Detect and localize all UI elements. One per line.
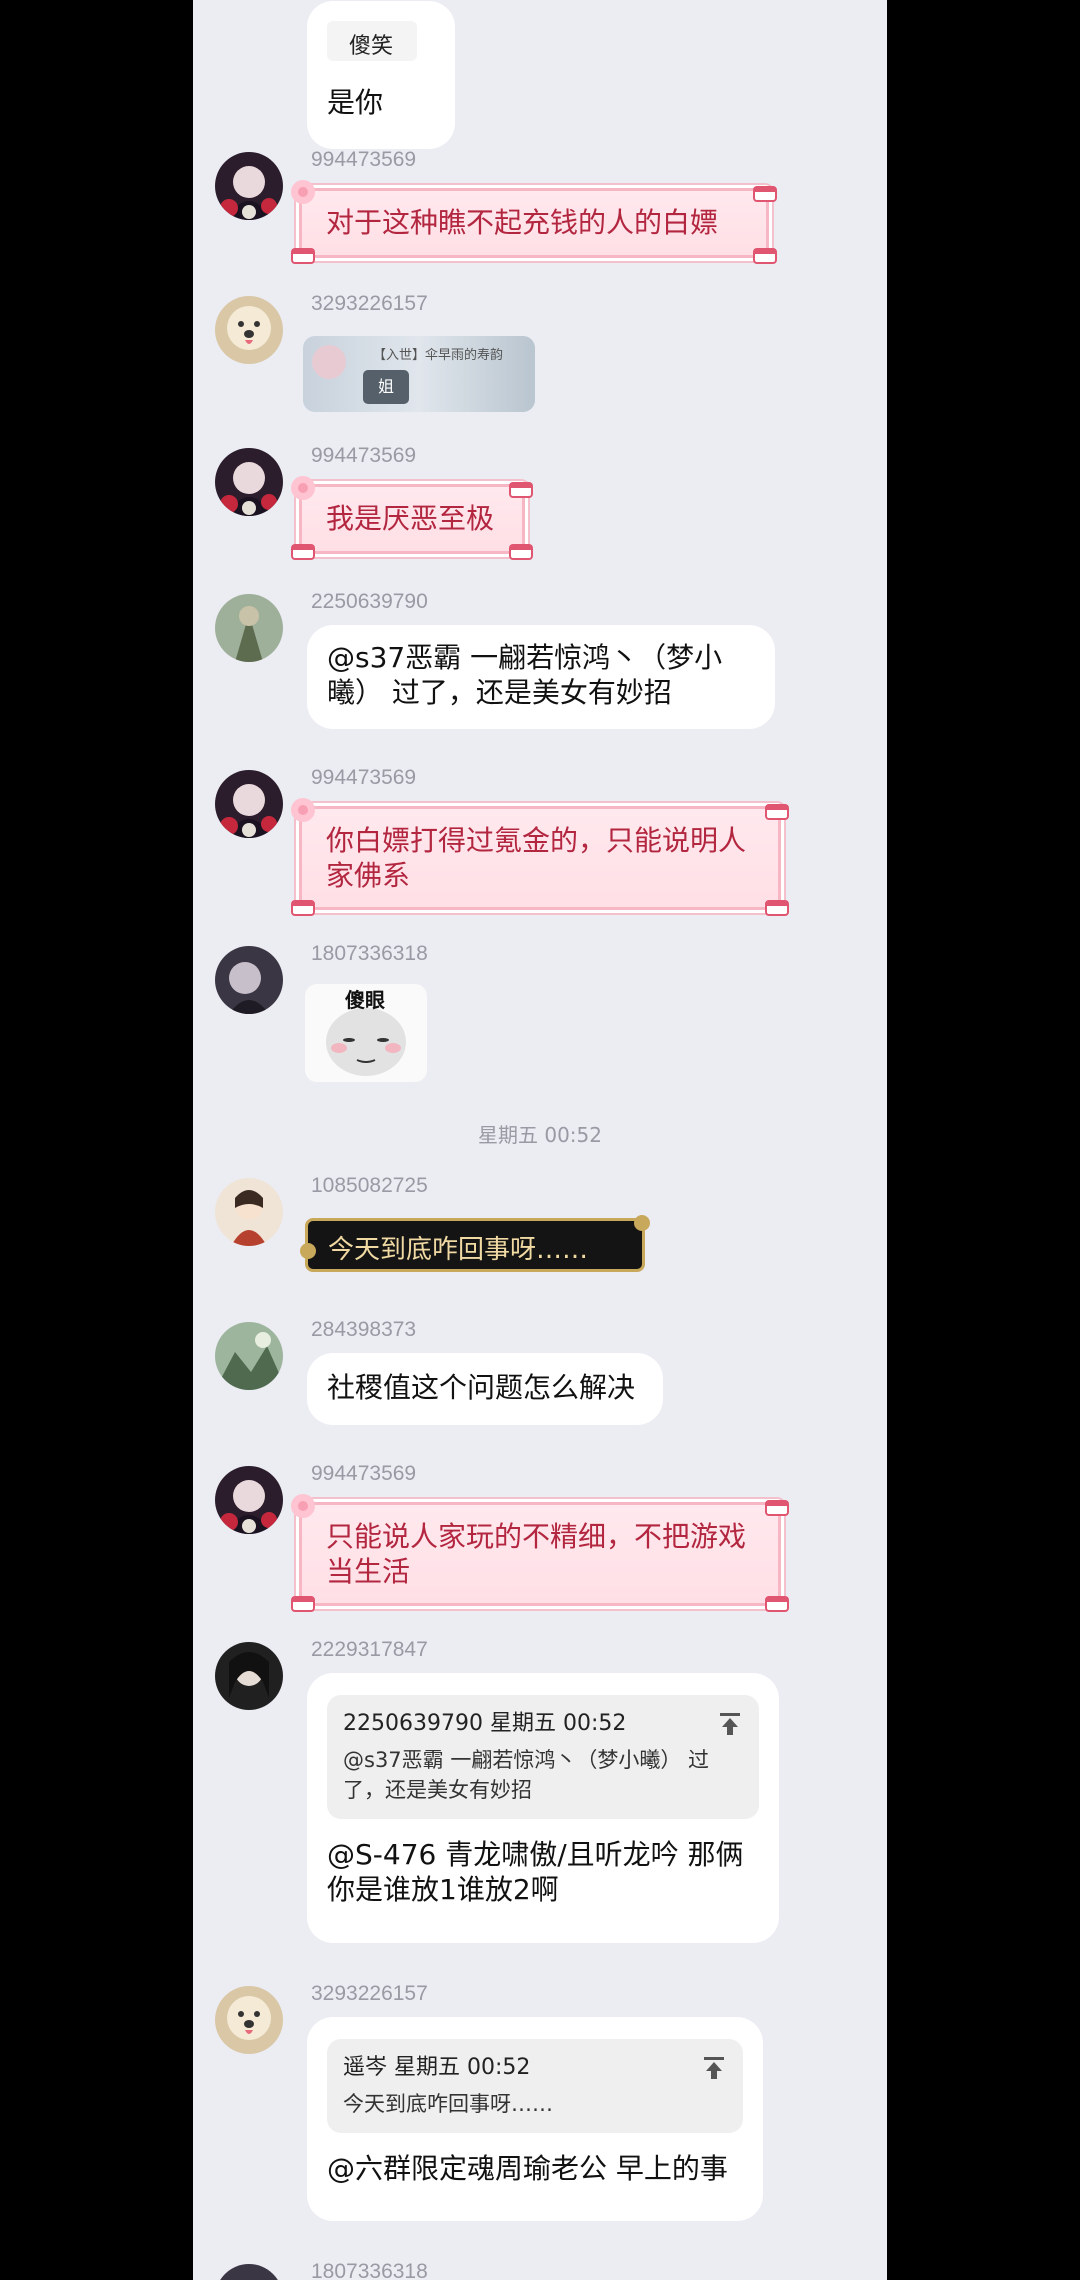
- cake-decoration-icon: [765, 1500, 789, 1516]
- jump-to-message-icon[interactable]: [717, 1711, 743, 1737]
- cake-decoration-icon: [753, 248, 777, 264]
- message-bubble[interactable]: 社稷值这个问题怎么解决: [307, 1353, 663, 1425]
- cake-decoration-icon: [509, 544, 533, 560]
- cake-decoration-icon: [291, 544, 315, 560]
- quote-header: 遥岑 星期五 00:52: [343, 2055, 531, 2080]
- sticker-caption: 【入世】伞早雨的寿韵: [373, 348, 504, 363]
- message-text: @六群限定魂周瑜老公 早上的事: [327, 2152, 728, 2185]
- sticker-image: 傻笑: [327, 21, 417, 61]
- message-bubble[interactable]: 对于这种瞧不起充钱的人的白嫖: [291, 180, 777, 264]
- sticker-image[interactable]: 【入世】伞早雨的寿韵 姐: [303, 336, 535, 412]
- ornament-icon: [634, 1215, 650, 1231]
- quoted-message[interactable]: 2250639790 星期五 00:52 @s37恶霸 一翩若惊鸿丶（梦小曦） …: [327, 1695, 759, 1819]
- sender-id[interactable]: 2229317847: [311, 1638, 428, 1662]
- quote-body: 今天到底咋回事呀……: [343, 2092, 553, 2116]
- jump-to-message-icon[interactable]: [701, 2055, 727, 2081]
- badge-label: 姐: [377, 377, 394, 396]
- avatar[interactable]: [215, 448, 283, 516]
- time-separator: 星期五 00:52: [478, 1123, 602, 1147]
- sender-id[interactable]: 2250639790: [311, 590, 428, 614]
- sender-id[interactable]: 994473569: [311, 766, 416, 790]
- avatar[interactable]: [215, 152, 283, 220]
- message-text: 今天到底咋回事呀……: [328, 1235, 589, 1265]
- cake-decoration-icon: [765, 804, 789, 820]
- quote-header: 2250639790 星期五 00:52: [343, 1711, 627, 1736]
- sender-id[interactable]: 3293226157: [311, 292, 428, 316]
- sender-id[interactable]: 994473569: [311, 148, 416, 172]
- message-text: 是你: [327, 86, 384, 119]
- message-bubble[interactable]: 今天到底咋回事呀……: [300, 1215, 650, 1272]
- avatar[interactable]: [215, 296, 283, 364]
- sender-id[interactable]: 994473569: [311, 444, 416, 468]
- cake-decoration-icon: [765, 1596, 789, 1612]
- sender-id[interactable]: 3293226157: [311, 1982, 428, 2006]
- sender-id[interactable]: 284398373: [311, 1318, 416, 1342]
- avatar[interactable]: [215, 1986, 283, 2054]
- message-bubble[interactable]: 傻笑 是你: [307, 1, 455, 149]
- message-bubble[interactable]: 我是厌恶至极: [291, 476, 533, 560]
- flower-decoration-icon: [291, 476, 315, 500]
- avatar[interactable]: [215, 1322, 283, 1390]
- message-bubble[interactable]: @s37恶霸 一翩若惊鸿丶（梦小曦） 过了，还是美女有妙招: [307, 625, 775, 729]
- message-bubble[interactable]: 2250639790 星期五 00:52 @s37恶霸 一翩若惊鸿丶（梦小曦） …: [307, 1673, 779, 1943]
- message-text: @s37恶霸 一翩若惊鸿丶（梦小曦） 过了，还是美女有妙招: [327, 641, 723, 709]
- cake-decoration-icon: [291, 248, 315, 264]
- avatar-icon: [312, 345, 346, 379]
- quote-body: @s37恶霸 一翩若惊鸿丶（梦小曦） 过了，还是美女有妙招: [343, 1748, 710, 1802]
- sticker-caption: 傻眼: [345, 988, 385, 1012]
- cake-decoration-icon: [509, 482, 533, 498]
- quoted-message[interactable]: 遥岑 星期五 00:52 今天到底咋回事呀……: [327, 2039, 743, 2133]
- avatar[interactable]: [215, 594, 283, 662]
- flower-decoration-icon: [291, 798, 315, 822]
- cake-decoration-icon: [753, 186, 777, 202]
- message-bubble[interactable]: 只能说人家玩的不精细，不把游戏当生活: [291, 1494, 789, 1612]
- ornament-icon: [300, 1243, 316, 1259]
- message-text: 你白嫖打得过氪金的，只能说明人家佛系: [326, 824, 747, 892]
- avatar[interactable]: [215, 2264, 283, 2280]
- flower-decoration-icon: [291, 1494, 315, 1518]
- avatar[interactable]: [215, 770, 283, 838]
- message-bubble[interactable]: 你白嫖打得过氪金的，只能说明人家佛系: [291, 798, 789, 916]
- message-bubble[interactable]: 遥岑 星期五 00:52 今天到底咋回事呀…… @六群限定魂周瑜老公 早上的事: [307, 2017, 763, 2221]
- message-text: 我是厌恶至极: [326, 502, 495, 535]
- avatar[interactable]: [215, 1466, 283, 1534]
- message-text: 只能说人家玩的不精细，不把游戏当生活: [326, 1520, 747, 1588]
- message-text: 社稷值这个问题怎么解决: [327, 1371, 636, 1404]
- sticker-caption: 傻笑: [349, 34, 394, 59]
- sticker-image[interactable]: 傻眼: [305, 984, 427, 1082]
- sender-id[interactable]: 1807336318: [311, 942, 428, 966]
- flower-decoration-icon: [291, 180, 315, 204]
- avatar[interactable]: [215, 1178, 283, 1246]
- cake-decoration-icon: [765, 900, 789, 916]
- cake-decoration-icon: [291, 1596, 315, 1612]
- message-text: @S-476 青龙啸傲/且听龙吟 那俩你是谁放1谁放2啊: [327, 1838, 744, 1906]
- message-text: 对于这种瞧不起充钱的人的白嫖: [326, 206, 719, 239]
- chat-window[interactable]: 傻笑 是你 994473569 对于这种瞧不起充钱的人的白嫖 329322615…: [193, 0, 887, 2280]
- sender-id[interactable]: 994473569: [311, 1462, 416, 1486]
- cake-decoration-icon: [291, 900, 315, 916]
- badge: 姐: [363, 370, 409, 404]
- avatar[interactable]: [215, 1642, 283, 1710]
- sender-id[interactable]: 1085082725: [311, 1174, 428, 1198]
- sender-id[interactable]: 1807336318: [311, 2260, 428, 2280]
- avatar[interactable]: [215, 946, 283, 1014]
